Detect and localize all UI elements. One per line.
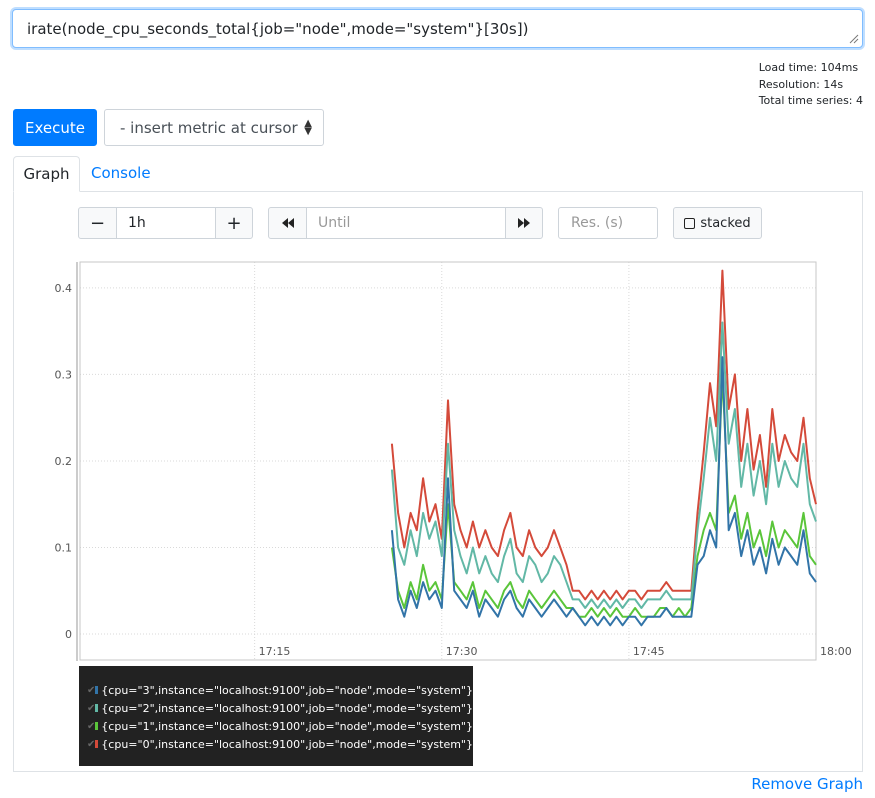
x-axis-ticks: 17:15 17:30 17:45 18:00	[259, 645, 852, 658]
x-tick-label: 17:15	[259, 645, 291, 658]
checkmark-icon: ✔	[87, 684, 96, 696]
legend-swatch	[95, 686, 99, 694]
graph-chart: 0 0.1 0.2 0.3 0.4 17:15 17:30 17:45 18:00	[55, 261, 852, 661]
checkmark-icon: ✔	[87, 702, 96, 714]
legend-label: {cpu="3",instance="localhost:9100",job="…	[101, 683, 473, 697]
legend-label: {cpu="1",instance="localhost:9100",job="…	[101, 719, 473, 733]
y-tick-label: 0.2	[55, 455, 73, 468]
checkmark-icon: ✔	[87, 720, 96, 732]
y-tick-label: 0.3	[55, 368, 73, 381]
legend-swatch	[95, 722, 99, 730]
legend-label: {cpu="2",instance="localhost:9100",job="…	[101, 701, 473, 715]
y-tick-label: 0	[65, 628, 72, 641]
chart-series	[390, 269, 817, 627]
x-tick-label: 18:00	[820, 645, 852, 658]
series-line	[390, 373, 817, 618]
legend-swatch	[95, 704, 99, 712]
legend-label: {cpu="0",instance="localhost:9100",job="…	[101, 737, 473, 751]
x-tick-label: 17:30	[446, 645, 478, 658]
tab-graph[interactable]: Graph	[13, 156, 80, 192]
graph-legend: ✔ {cpu="3",instance="localhost:9100",job=…	[79, 666, 473, 766]
checkmark-icon: ✔	[87, 738, 96, 750]
legend-item[interactable]: ✔ {cpu="0",instance="localhost:9100",job=…	[87, 735, 473, 753]
legend-item[interactable]: ✔ {cpu="2",instance="localhost:9100",job=…	[87, 699, 473, 717]
legend-item[interactable]: ✔ {cpu="1",instance="localhost:9100",job=…	[87, 717, 473, 735]
legend-swatch	[95, 740, 99, 748]
remove-graph-link[interactable]: Remove Graph	[751, 775, 863, 793]
series-line	[390, 269, 817, 601]
x-tick-label: 17:45	[633, 645, 665, 658]
y-axis-ticks: 0 0.1 0.2 0.3 0.4	[55, 282, 73, 641]
y-tick-label: 0.1	[55, 541, 73, 554]
y-tick-label: 0.4	[55, 282, 73, 295]
legend-item[interactable]: ✔ {cpu="3",instance="localhost:9100",job=…	[87, 681, 473, 699]
